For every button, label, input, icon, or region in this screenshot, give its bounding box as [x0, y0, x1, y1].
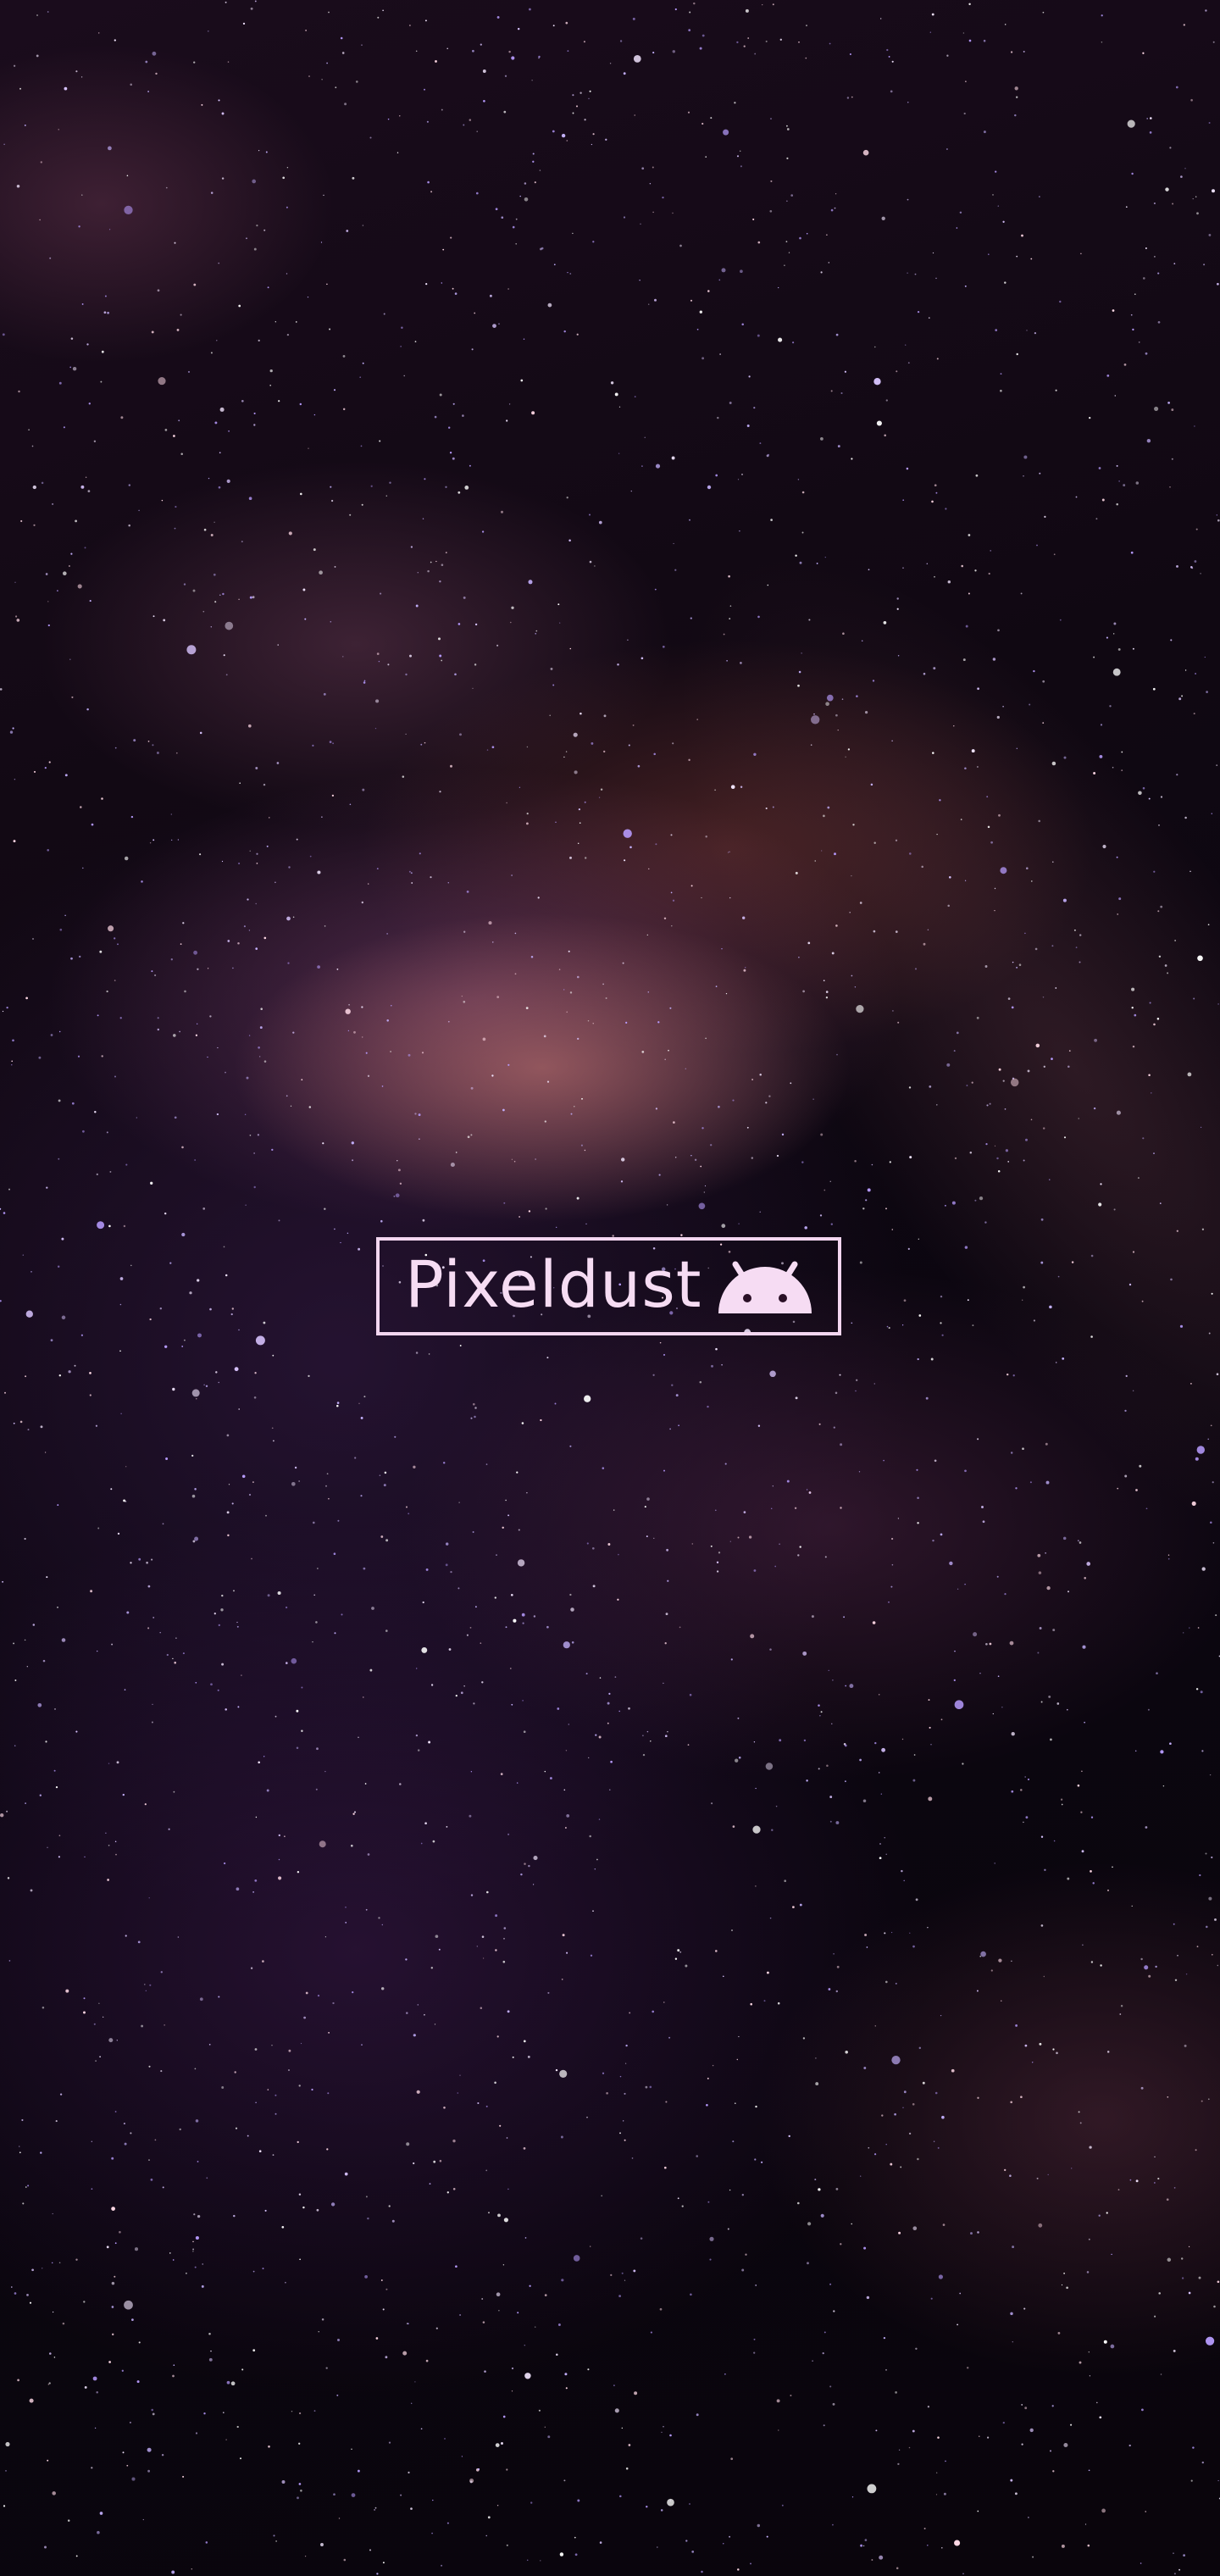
- starry-wallpaper: Pixeldust: [0, 0, 1220, 2576]
- android-head-icon: [718, 1261, 812, 1313]
- pixeldust-logo: Pixeldust: [376, 1237, 841, 1335]
- brand-name: Pixeldust: [405, 1246, 702, 1322]
